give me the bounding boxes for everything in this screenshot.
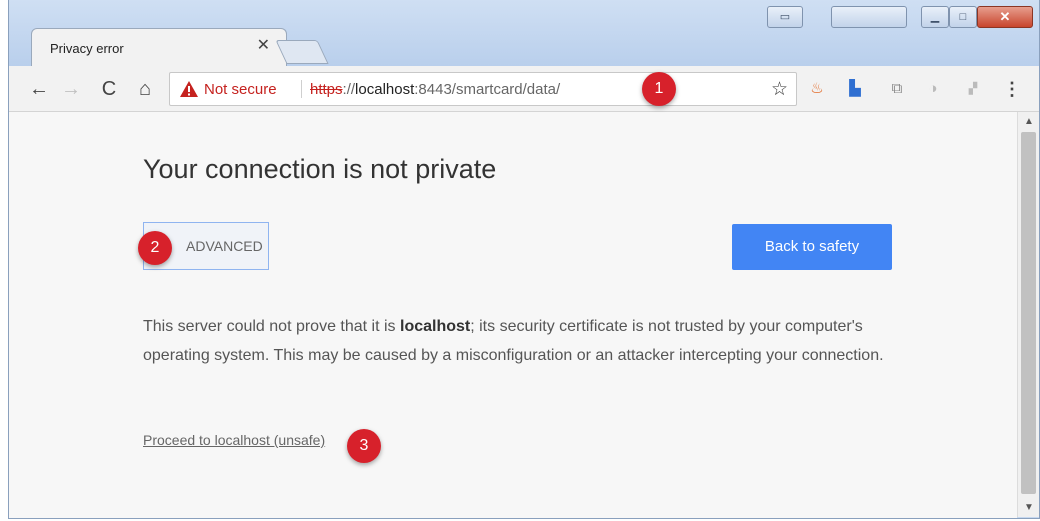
cast-extension-icon[interactable]: ⧉ [887,79,907,99]
scrollbar-thumb[interactable] [1021,132,1036,494]
url-separator: :// [342,81,356,98]
tab-close-icon[interactable]: ✕ [257,38,270,54]
vertical-scrollbar[interactable]: ▲ ▼ [1017,112,1039,517]
tab-title: Privacy error [50,41,124,56]
scroll-down-icon[interactable]: ▼ [1024,502,1034,513]
bookmark-star-icon[interactable]: ☆ [771,78,788,101]
annotation-badge-1: 1 [642,72,676,106]
tab-privacy-error[interactable]: Privacy error ✕ [31,28,287,66]
address-bar[interactable]: Not secure https://localhost:8443/smartc… [169,72,797,106]
address-divider [301,80,302,98]
error-description: This server could not prove that it is l… [143,312,903,370]
title-bar: Privacy error ✕ ▭ ▁ □ ✕ [9,0,1039,66]
url-path: :8443/smartcard/data/ [414,81,561,98]
close-icon: ✕ [999,9,1011,24]
disabled-extension-icon[interactable]: ▞ [963,79,983,99]
url-text[interactable]: https://localhost:8443/smartcard/data/ [310,81,560,98]
annotation-badge-3: 3 [347,429,381,463]
url-host: localhost [355,81,415,98]
window-switch-button[interactable]: ▭ [767,6,803,28]
description-host: localhost [400,318,471,335]
minimize-button[interactable]: ▁ [921,6,949,28]
scroll-up-icon[interactable]: ▲ [1024,116,1034,127]
profile-button[interactable] [831,6,907,28]
annotation-badge-2: 2 [138,231,172,265]
close-window-button[interactable]: ✕ [977,6,1033,28]
maximize-icon: □ [959,11,967,23]
security-status[interactable]: Not secure [204,81,277,98]
proceed-unsafe-link[interactable]: Proceed to localhost (unsafe) [143,432,325,448]
translate-extension-icon[interactable]: ▙ [845,79,865,99]
home-button[interactable]: ⌂ [133,77,157,101]
minimize-icon: ▁ [930,11,940,23]
window-switch-icon: ▭ [779,11,791,23]
description-start: This server could not prove that it is [143,318,400,335]
forward-button[interactable]: → [59,77,83,101]
page-title: Your connection is not private [143,154,497,184]
maximize-button[interactable]: □ [949,6,977,28]
page-content: Your connection is not private ADVANCED … [9,112,1017,518]
extension-icon[interactable]: ◑ [923,79,943,99]
menu-icon[interactable]: ⋮ [1003,79,1021,99]
back-to-safety-button[interactable]: Back to safety [732,224,892,270]
flame-extension-icon[interactable]: ♨ [807,79,827,99]
warning-triangle-icon [180,81,198,97]
back-button[interactable]: ← [27,77,51,101]
reload-button[interactable]: C [97,77,121,101]
url-scheme: https [310,81,343,98]
browser-toolbar: ← → C ⌂ Not secure https://localhost:844… [9,66,1039,112]
